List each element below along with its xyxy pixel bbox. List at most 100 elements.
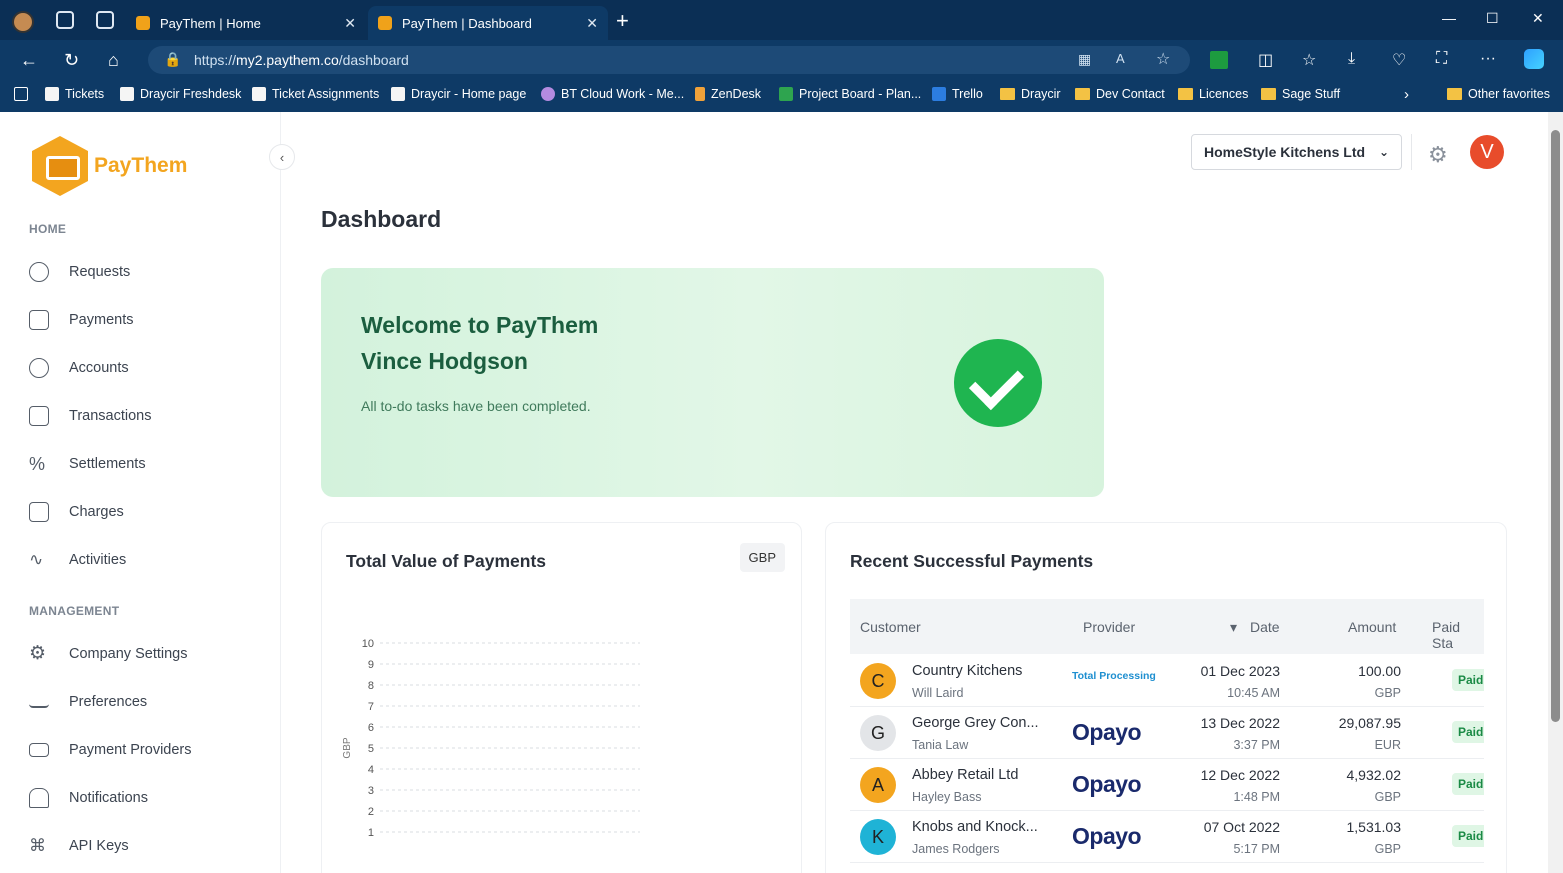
nav-transactions[interactable]: Transactions <box>29 404 151 428</box>
payment-currency: GBP <box>1374 842 1401 856</box>
nav-payment-providers[interactable]: Payment Providers <box>29 738 192 762</box>
card-title: Total Value of Payments <box>346 551 547 571</box>
read-aloud-icon[interactable]: A <box>1116 51 1125 66</box>
bookmark-label: ZenDesk <box>711 87 762 101</box>
network-icon: ⌘ <box>29 836 46 855</box>
bt-favicon-icon <box>541 87 555 101</box>
browser-tab-home[interactable]: PayThem | Home ✕ <box>126 6 366 40</box>
collapse-sidebar-button[interactable]: ‹ <box>269 144 295 170</box>
y-tick-label: 7 <box>368 701 374 713</box>
nav-notifications[interactable]: Notifications <box>29 786 148 810</box>
table-row[interactable]: G George Grey Con... Tania Law Opayo 13 Dec … <box>850 707 1484 759</box>
payment-amount: 1,531.03 <box>1346 819 1402 835</box>
browser-tab-dashboard[interactable]: PayThem | Dashboard ✕ <box>368 6 608 40</box>
folder-icon <box>1178 88 1193 100</box>
user-initial: V <box>1480 140 1494 163</box>
screenshot-icon[interactable]: ⛶ <box>1436 50 1447 68</box>
table-row[interactable]: K Knobs and Knock... James Rodgers Opayo 07 … <box>850 811 1484 863</box>
bookmark-label: BT Cloud Work - Me... <box>561 87 685 101</box>
favorites-icon[interactable]: ☆ <box>1302 50 1316 70</box>
sort-desc-icon[interactable]: ▾ <box>1230 619 1237 636</box>
nav-company-settings[interactable]: ⚙ Company Settings <box>29 642 187 666</box>
app-available-icon[interactable]: ▦ <box>1078 51 1091 68</box>
profile-avatar-icon[interactable] <box>12 11 34 33</box>
company-select[interactable]: HomeStyle Kitchens Ltd ⌄ <box>1191 134 1402 170</box>
refresh-icon[interactable]: ↻ <box>64 50 79 71</box>
customer-avatar: C <box>860 663 896 699</box>
new-tab-icon[interactable]: + <box>616 8 629 34</box>
nav-accounts[interactable]: Accounts <box>29 356 129 380</box>
column-provider[interactable]: Provider <box>1083 619 1135 635</box>
page-scrollbar[interactable] <box>1548 112 1563 873</box>
table-row[interactable]: C Country Kitchens Will Laird Total Process… <box>850 655 1484 707</box>
bookmark-folder-licences[interactable]: Licences <box>1178 84 1248 104</box>
close-tab-icon[interactable]: ✕ <box>344 15 356 32</box>
browser-chrome: PayThem | Home ✕ PayThem | Dashboard ✕ +… <box>0 0 1563 112</box>
split-screen-icon[interactable]: ◫ <box>1258 50 1273 70</box>
nav-preferences[interactable]: Preferences <box>29 690 147 714</box>
currency-toggle-button[interactable]: GBP <box>739 543 785 572</box>
payment-time: 1:48 PM <box>1233 790 1280 804</box>
scrollbar-thumb[interactable] <box>1551 130 1560 722</box>
browser-essentials-icon[interactable]: ♡ <box>1392 50 1406 70</box>
bookmark-trello[interactable]: Trello <box>932 84 983 104</box>
customer-name: George Grey Con... <box>912 715 1039 731</box>
column-amount[interactable]: Amount <box>1348 619 1396 635</box>
bookmark-folder-dev-contact[interactable]: Dev Contact <box>1075 84 1165 104</box>
bookmark-ticket-assignments[interactable]: Ticket Assignments <box>252 84 379 104</box>
nav-label: Preferences <box>69 694 148 710</box>
user-avatar[interactable]: V <box>1470 135 1504 169</box>
provider-logo: Opayo <box>1072 771 1142 797</box>
nav-charges[interactable]: Charges <box>29 500 124 524</box>
address-bar[interactable]: 🔒 https://my2.paythem.co/dashboard ▦ A ☆ <box>148 46 1190 74</box>
bookmark-folder-sage-stuff[interactable]: Sage Stuff <box>1261 84 1340 104</box>
nav-label: Transactions <box>69 408 152 424</box>
payments-icon <box>29 310 49 330</box>
copilot-icon[interactable] <box>1524 49 1544 69</box>
more-menu-icon[interactable]: ··· <box>1480 50 1496 68</box>
payment-time: 3:37 PM <box>1233 738 1280 752</box>
bookmark-label: Dev Contact <box>1096 87 1165 101</box>
bookmarks-overflow-icon[interactable]: › <box>1404 84 1409 104</box>
bookmark-zendesk[interactable]: ZenDesk <box>695 84 761 104</box>
maximize-icon[interactable]: ☐ <box>1486 10 1499 27</box>
bookmark-draycir-home[interactable]: Draycir - Home page <box>391 84 526 104</box>
nav-requests[interactable]: Requests <box>29 260 130 284</box>
paythem-logo[interactable]: PayThem <box>32 136 187 196</box>
table-row[interactable]: A Abbey Retail Ltd Hayley Bass Opayo 12 Dec … <box>850 759 1484 811</box>
excel-extension-icon[interactable] <box>1210 51 1228 69</box>
downloads-icon[interactable]: ⤓ <box>1348 50 1355 68</box>
avatar-initial: G <box>870 722 885 743</box>
close-tab-icon[interactable]: ✕ <box>586 15 598 32</box>
nav-settlements[interactable]: % Settlements <box>29 452 146 476</box>
paythem-favicon-icon <box>136 16 150 30</box>
recent-payments-card: Recent Successful Payments Customer Prov… <box>825 522 1507 873</box>
bookmark-other-favorites[interactable]: Other favorites <box>1447 84 1550 104</box>
tab-label: PayThem | Dashboard <box>402 15 532 31</box>
settings-gear-icon[interactable]: ⚙ <box>1428 142 1448 168</box>
bookmark-label: Sage Stuff <box>1282 87 1341 101</box>
bookmark-draycir-freshdesk[interactable]: Draycir Freshdesk <box>120 84 241 104</box>
nav-payments[interactable]: Payments <box>29 308 133 332</box>
close-window-icon[interactable]: ✕ <box>1532 10 1544 27</box>
nav-activities[interactable]: ∿ Activities <box>29 548 126 572</box>
bookmark-folder-draycir[interactable]: Draycir <box>1000 84 1061 104</box>
nav-api-keys[interactable]: ⌘ API Keys <box>29 834 129 858</box>
favorite-star-icon[interactable]: ☆ <box>1156 49 1170 69</box>
url-domain: my2.paythem.co <box>236 52 339 68</box>
bookmark-project-board[interactable]: Project Board - Plan... <box>779 84 921 104</box>
bookmark-tickets[interactable]: Tickets <box>45 84 104 104</box>
folder-icon <box>1075 88 1090 100</box>
minimize-icon[interactable]: — <box>1442 10 1456 26</box>
lock-icon[interactable]: 🔒 <box>164 51 181 68</box>
tab-actions-icon[interactable] <box>96 11 114 29</box>
nav-label: Activities <box>69 552 127 568</box>
bookmark-bt-cloud-work[interactable]: BT Cloud Work - Me... <box>541 84 684 104</box>
column-date[interactable]: Date <box>1250 619 1280 635</box>
home-icon[interactable]: ⌂ <box>108 50 119 71</box>
workspaces-icon[interactable] <box>56 11 74 29</box>
column-paid-status[interactable]: Paid Sta <box>1432 619 1484 651</box>
column-customer[interactable]: Customer <box>860 619 921 635</box>
back-icon[interactable]: ← <box>20 50 38 71</box>
page-bookmark-icon[interactable] <box>14 84 34 104</box>
